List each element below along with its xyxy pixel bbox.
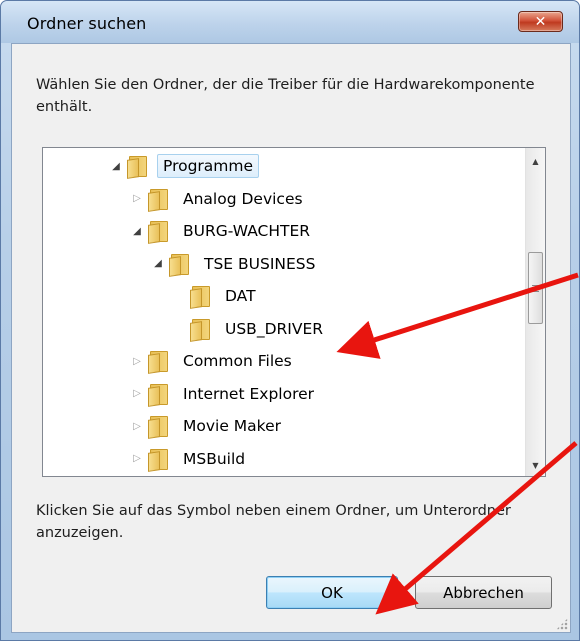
collapsed-triangle-icon[interactable]: ▷ [130,192,144,206]
folder-icon [148,219,170,244]
tree-item[interactable]: ▷ Internet Explorer [43,378,513,410]
tree-item-label: Analog Devices [183,189,303,208]
folder-icon [148,187,170,212]
dialog-window: Ordner suchen ✕ Wählen Sie den Ordner, d… [0,0,580,641]
tree-item-label: BURG-WACHTER [183,222,311,240]
folder-icon [127,154,149,179]
tree-item-label: DAT [225,287,256,305]
tree-item-label: TSE BUSINESS [204,254,316,273]
tree-item[interactable]: DAT [43,280,513,312]
folder-icon [169,252,191,277]
dialog-title: Ordner suchen [27,14,147,33]
scroll-up-icon[interactable]: ▲ [526,152,545,170]
cancel-button[interactable]: Abbrechen [415,576,552,609]
tree-item[interactable]: ◢ BURG-WACHTER [43,215,513,247]
ok-button[interactable]: OK [266,576,398,609]
tree-item[interactable]: ▷ MSBuild [43,443,513,475]
tree-item-label: MSBuild [183,449,246,468]
vertical-scrollbar[interactable]: ▲ ▼ [525,148,545,476]
tree-item-label: Movie Maker [183,417,282,435]
title-bar[interactable]: Ordner suchen ✕ [1,1,579,43]
hint-text: Klicken Sie auf das Symbol neben einem O… [36,503,511,541]
folder-icon [148,447,170,472]
tree-item[interactable]: USB_DRIVER [43,313,513,345]
resize-grip-icon[interactable] [556,618,568,630]
dialog-body: Wählen Sie den Ordner, der die Treiber f… [11,43,571,633]
tree-item-label: USB_DRIVER [225,319,324,338]
tree-item[interactable]: ▷ Movie Maker [43,410,513,442]
folder-tree[interactable]: ◢ Programme ▷ Analog Devices ◢ BURG-WACHTER ◢ T… [42,147,546,477]
scroll-thumb[interactable] [528,252,543,324]
grip-icon [532,284,539,292]
description-text: Wählen Sie den Ordner, der die Treiber f… [36,77,535,115]
folder-icon [148,382,170,407]
tree-item-label: Common Files [183,352,292,370]
collapsed-triangle-icon[interactable]: ▷ [130,452,144,466]
folder-icon [190,284,212,309]
close-icon: ✕ [534,13,547,30]
scroll-down-icon[interactable]: ▼ [526,456,545,474]
tree-item[interactable]: ◢ TSE BUSINESS [43,248,513,280]
tree-item-label: Internet Explorer [183,384,315,403]
folder-icon [148,349,170,374]
collapsed-triangle-icon[interactable]: ▷ [130,419,144,433]
expanded-triangle-icon[interactable]: ◢ [130,224,144,238]
tree-item[interactable]: ▷ Analog Devices [43,183,513,215]
expanded-triangle-icon[interactable]: ◢ [109,159,123,173]
expanded-triangle-icon[interactable]: ◢ [151,257,165,271]
tree-item[interactable]: ◢ Programme [43,150,513,182]
folder-icon [190,317,212,342]
collapsed-triangle-icon[interactable]: ▷ [130,354,144,368]
close-button[interactable]: ✕ [518,11,563,32]
tree-item[interactable]: ▷ Common Files [43,345,513,377]
tree-item-label: Programme [157,154,260,178]
collapsed-triangle-icon[interactable]: ▷ [130,387,144,401]
folder-icon [148,414,170,439]
